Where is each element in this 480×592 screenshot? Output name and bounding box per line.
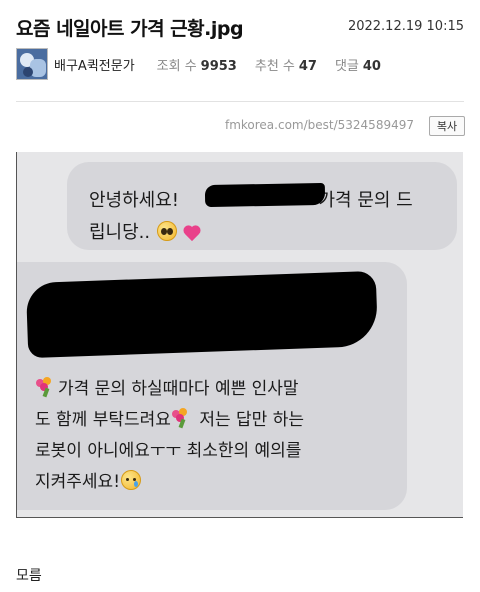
reply-line3: 로봇이 아니에요ㅜㅜ 최소한의 예의를 (35, 441, 302, 461)
comments-count: 40 (362, 58, 381, 74)
post-meta: 배구A퀵전문가 조회 수 9953 추천 수 47 댓글 40 (16, 47, 464, 81)
bubble1-greeting: 안녕하세요! (89, 190, 180, 211)
bouquet-icon (35, 377, 55, 398)
reply-line4: 지켜주세요! (35, 467, 304, 498)
crying-face-icon (121, 470, 142, 490)
post-date: 2022.12.19 10:15 (347, 19, 464, 34)
comments-label: 댓글 (334, 58, 359, 74)
reply-line4-text: 지켜주세요! (35, 472, 121, 492)
views-count: 9953 (200, 58, 237, 74)
likes-count: 47 (298, 58, 317, 74)
author-nickname[interactable]: 배구A퀵전문가 (54, 55, 135, 74)
views-label: 조회 수 (156, 58, 197, 74)
copy-url-button[interactable]: 복사 (429, 116, 465, 136)
chat-bubble-received: 안녕하세요! 가격 문의 드 립니당.. (67, 162, 457, 250)
two-hearts-icon (187, 223, 207, 241)
bubble1-inquiry: 가격 문의 드 (318, 190, 413, 211)
reply-line2-start: 도 함께 부탁드려요 (35, 410, 171, 430)
likes-stat: 추천 수 47 (255, 55, 317, 74)
source-url[interactable]: fmkorea.com/best/5324589497 (225, 118, 414, 132)
reply-line2: 도 함께 부탁드려요 저는 답만 하는 (35, 405, 304, 436)
bubble1-line2: 립니당.. (89, 218, 207, 244)
redaction-mark (25, 270, 379, 359)
avatar[interactable] (16, 48, 48, 80)
post-body-text: 모름 (16, 568, 42, 584)
pleading-face-icon (156, 221, 177, 241)
chat-bubble-reply: 가격 문의 하실때마다 예쁜 인사말 도 함께 부탁드려요 저는 답만 하는 로… (17, 262, 407, 510)
reply-line1: 가격 문의 하실때마다 예쁜 인사말 (35, 374, 304, 405)
post-title: 요즘 네일아트 가격 근황.jpg (16, 18, 244, 40)
reply-message: 가격 문의 하실때마다 예쁜 인사말 도 함께 부탁드려요 저는 답만 하는 로… (35, 374, 304, 498)
views-stat: 조회 수 9953 (157, 55, 237, 74)
bubble1-line2-text: 립니당.. (89, 222, 151, 243)
reply-line1-text: 가격 문의 하실때마다 예쁜 인사말 (58, 379, 299, 399)
header-divider (16, 101, 464, 102)
comments-stat: 댓글 40 (335, 55, 381, 74)
reply-line2-end: 저는 답만 하는 (199, 410, 304, 430)
bouquet-icon (171, 408, 191, 429)
post-image: 안녕하세요! 가격 문의 드 립니당.. 가격 문의 하실때마다 예쁜 인사말 … (16, 152, 463, 518)
redaction-mark (204, 182, 326, 208)
likes-label: 추천 수 (254, 58, 295, 74)
